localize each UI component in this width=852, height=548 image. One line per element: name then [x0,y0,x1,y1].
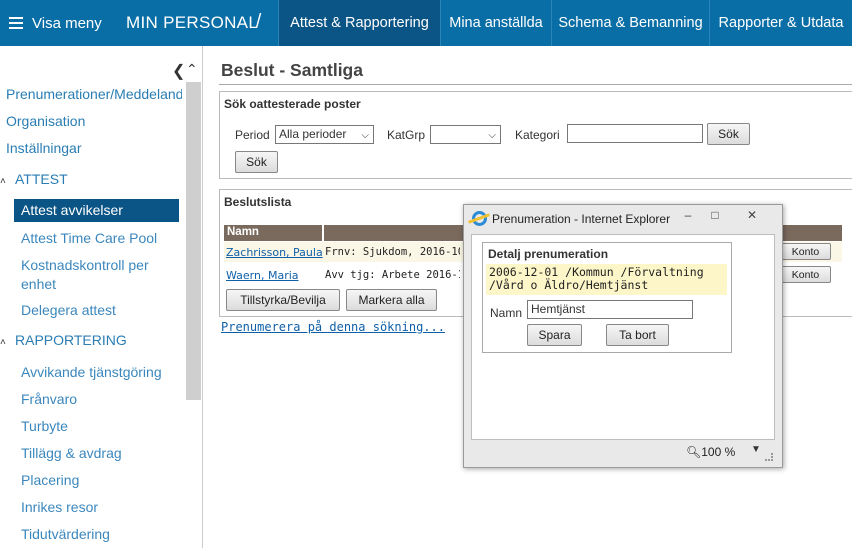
sidebar-scrollbar[interactable] [186,82,201,400]
name-label: Namn [490,306,523,320]
search-button[interactable]: Sök [707,123,750,145]
sidebar-item-installningar[interactable]: Inställningar [6,140,82,156]
sidebar-item-placering[interactable]: Placering [21,471,171,490]
top-navigation-bar: Visa meny MIN PERSONAL / Attest & Rappor… [0,0,852,46]
period-value: Alla perioder [279,127,347,141]
caret-up-icon: ˄ [0,337,6,348]
sidebar-item-attest-avvikelser[interactable]: Attest avvikelser [14,199,179,222]
approve-button[interactable]: Tillstyrka/Bevilja [226,289,340,311]
section-label: ATTEST [15,171,68,187]
tab-rapporter-utdata[interactable]: Rapporter & Utdata [709,0,852,46]
sidebar-section-rapportering[interactable]: ˄ RAPPORTERING [0,332,127,348]
delete-button[interactable]: Ta bort [606,324,669,346]
column-separator [322,225,324,241]
konto-button[interactable]: Konto [780,266,831,283]
internet-explorer-icon [472,211,487,226]
popup-titlebar[interactable]: Prenumeration - Internet Explorer – □ ✕ [464,205,782,231]
caret-up-icon: ˄ [0,176,6,187]
sidebar-item-organisation[interactable]: Organisation [6,113,85,129]
show-menu-label: Visa meny [32,14,102,32]
divider [219,84,852,85]
konto-button[interactable]: Konto [780,243,831,260]
sidebar-item-tillagg-avdrag[interactable]: Tillägg & avdrag [21,444,171,463]
page-title: Beslut - Samtliga [221,60,363,80]
kategori-input[interactable] [567,124,703,143]
sidebar-item-franvaro[interactable]: Frånvaro [21,390,171,409]
employee-link[interactable]: Waern, Maria [226,269,299,282]
sidebar-item-inrikes-resor[interactable]: Inrikes resor [21,498,171,517]
sidebar-item-tidutvardering[interactable]: Tidutvärdering [21,525,171,544]
sidebar-section-attest[interactable]: ˄ ATTEST [0,171,68,187]
minimize-icon[interactable]: – [676,208,700,223]
detail-heading: Detalj prenumeration [488,247,609,261]
period-label: Period [235,128,270,142]
name-input[interactable]: Hemtjänst [527,300,693,319]
collapse-sidebar-icon[interactable]: ❮ [172,61,185,81]
sidebar-item-kostnadskontroll[interactable]: Kostnadskontroll per enhet [21,256,171,294]
tab-schema-bemanning[interactable]: Schema & Bemanning [551,0,709,46]
katgrp-select[interactable]: ⌵ [430,125,501,144]
row-description: Avv tjg: Arbete 2016-12-2 [325,269,460,281]
sidebar: ❮ ⌃ Prenumerationer/Meddelanden Organisa… [0,46,203,548]
maximize-icon[interactable]: □ [703,208,727,223]
app-title[interactable]: MIN PERSONAL [126,13,258,33]
close-icon[interactable]: ✕ [740,208,764,223]
popup-statusbar: 🔍︎100 % ▼ [471,441,775,463]
employee-link[interactable]: Zachrisson, Paula [226,246,323,259]
zoom-level[interactable]: 🔍︎100 % [686,445,735,459]
column-header-name[interactable]: Namn [227,226,259,238]
sidebar-item-avvikande-tjanstgoring[interactable]: Avvikande tjänstgöring [21,363,171,382]
hamburger-icon [9,17,23,29]
subscribe-search-link[interactable]: Prenumerera på denna sökning... [221,320,445,334]
search-panel: Sök oattesterade poster Period Alla peri… [219,91,852,179]
chevron-down-icon: ⌵ [361,130,369,141]
search-heading: Sök oattesterade poster [224,97,361,111]
organisation-path: 2006-12-01 /Kommun /Förvaltning /Vård o … [486,264,727,295]
search-button-secondary[interactable]: Sök [235,151,278,173]
chevron-down-icon[interactable]: ▼ [751,444,761,455]
section-label: RAPPORTERING [15,332,127,348]
show-menu-button[interactable]: Visa meny [0,0,112,46]
tab-mina-anstallda[interactable]: Mina anställda [440,0,551,46]
subscription-popup-window: Prenumeration - Internet Explorer – □ ✕ … [463,204,783,468]
sidebar-item-delegera-attest[interactable]: Delegera attest [21,301,171,320]
title-separator: / [256,11,262,32]
katgrp-label: KatGrp [387,128,426,142]
kategori-label: Kategori [515,128,560,142]
tab-attest-rapportering[interactable]: Attest & Rapportering [278,0,440,46]
save-button[interactable]: Spara [527,324,582,346]
chevron-down-icon: ⌵ [488,130,496,141]
row-description: Frnv: Sjukdom, 2016-10-1 [325,246,460,258]
resize-grip-icon[interactable] [765,453,773,461]
zoom-value: 100 % [701,445,736,459]
mark-all-button[interactable]: Markera alla [346,289,437,311]
sidebar-item-turbyte[interactable]: Turbyte [21,417,171,436]
sidebar-item-attest-time-care-pool[interactable]: Attest Time Care Pool [21,229,171,248]
sidebar-item-prenumerationer[interactable]: Prenumerationer/Meddelanden [6,86,182,102]
period-select[interactable]: Alla perioder ⌵ [275,125,374,144]
popup-title: Prenumeration - Internet Explorer [492,212,671,226]
subscription-detail-box: Detalj prenumeration 2006-12-01 /Kommun … [482,242,732,353]
scroll-up-icon[interactable]: ⌃ [186,61,198,78]
popup-body: Detalj prenumeration 2006-12-01 /Kommun … [471,234,775,440]
